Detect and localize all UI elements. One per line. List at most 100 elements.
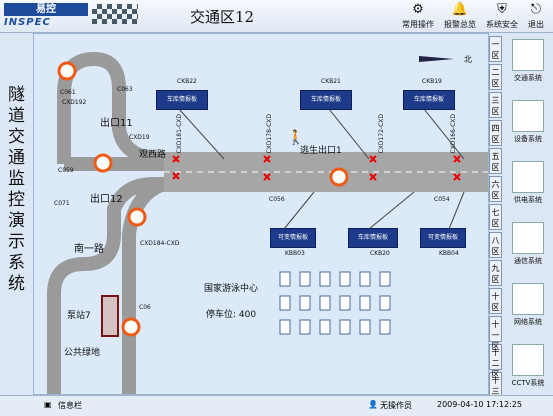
title-char: 演	[8, 211, 25, 231]
info-board-ckb22[interactable]: 车库情报板	[156, 90, 208, 110]
code-kbb04: KBB04	[439, 250, 459, 257]
pump-station-label: 泵站7	[67, 311, 91, 321]
network-system-button[interactable]: 网络系统	[505, 283, 551, 341]
zone-tabs: 一区 二区 三区 四区 五区 六区 七区 八区 九区 十区 十一区 十二区 十三…	[489, 36, 503, 407]
info-bar-label[interactable]: 信息栏	[58, 400, 82, 411]
camera-marker[interactable]	[329, 167, 349, 187]
equipment-system-button[interactable]: 设备系统	[505, 100, 551, 158]
parking-grid	[279, 271, 391, 335]
bell-icon: 🔔	[451, 2, 469, 17]
equipment-system-label: 设备系统	[514, 135, 542, 143]
satellite-dish-icon	[512, 222, 544, 254]
exit12-label: 出口12	[90, 194, 123, 205]
cctv-system-button[interactable]: CCTV系统	[505, 344, 551, 402]
logo-bottom-text: INSPEC	[4, 17, 51, 28]
traffic-system-label: 交通系统	[514, 74, 542, 82]
compass-label: 北	[464, 55, 472, 64]
tab-zone-9[interactable]: 九区	[489, 260, 502, 286]
common-operations-button[interactable]: ⚙ 常用操作	[398, 1, 438, 31]
code-ckb20: CKB20	[370, 250, 390, 257]
equipment-icon	[512, 100, 544, 132]
code-c054: C054	[434, 196, 450, 203]
swim-center-label: 国家游泳中心	[204, 284, 259, 294]
title-char: 系	[8, 253, 25, 273]
nanyi-road-label: 南一路	[74, 244, 104, 255]
title-char: 示	[8, 232, 25, 252]
communication-system-button[interactable]: 通信系统	[505, 222, 551, 280]
traffic-system-button[interactable]: 交通系统	[505, 39, 551, 97]
info-board-ckb19[interactable]: 车库情报板	[403, 90, 455, 110]
tab-zone-6[interactable]: 六区	[489, 176, 502, 202]
tab-zone-4[interactable]: 四区	[489, 120, 502, 146]
variable-board-kbb03[interactable]: 可变情报板	[270, 228, 316, 248]
pump-station-box	[101, 295, 119, 337]
info-icon: ▣	[44, 400, 52, 409]
datetime-label: 2009-04-10 17:12:25	[437, 400, 522, 409]
variable-board-kbb04[interactable]: 可变情报板	[420, 228, 466, 248]
camera-icon	[512, 344, 544, 376]
camera-marker[interactable]	[93, 153, 113, 173]
tab-zone-1[interactable]: 一区	[489, 36, 502, 62]
gear-icon: ⚙	[412, 2, 424, 17]
code-c059: C059	[58, 167, 74, 174]
tab-zone-3[interactable]: 三区	[489, 92, 502, 118]
title-bar: 易控 INSPEC 交通区12 ⚙ 常用操作 🔔 报警总览 ⛨ 系统安全 ⎋ 退…	[0, 0, 553, 33]
title-char: 统	[8, 274, 25, 294]
camera-marker[interactable]	[127, 207, 147, 227]
public-green-label: 公共绿地	[64, 348, 101, 358]
communication-system-label: 通信系统	[514, 257, 542, 265]
code-cxd166: CXD166-CXD	[450, 114, 457, 154]
exit-icon: ⎋	[530, 2, 542, 17]
tab-zone-11[interactable]: 十一区	[489, 316, 502, 351]
code-cxd19: CXD19	[129, 134, 150, 141]
code-cxd184: CXD184-CXD	[140, 240, 180, 247]
operator-icon: 👤	[368, 400, 378, 409]
system-security-label: 系统安全	[486, 20, 518, 29]
code-cxd172: CXD172-CXD	[378, 114, 385, 154]
checker-decoration	[92, 4, 138, 24]
camera-marker[interactable]	[121, 317, 141, 337]
logo-top-text: 易控	[4, 3, 88, 16]
code-c061: C061	[60, 89, 76, 96]
exit11-label: 出口11	[100, 118, 133, 129]
alarm-overview-label: 报警总览	[444, 20, 476, 29]
title-char: 隧	[8, 85, 25, 105]
tab-zone-5[interactable]: 五区	[489, 148, 502, 174]
code-ckb21: CKB21	[321, 78, 341, 85]
power-system-label: 供电系统	[514, 196, 542, 204]
guanxi-road-label: 观西路	[139, 150, 167, 160]
code-c056: C056	[269, 196, 285, 203]
network-system-label: 网络系统	[514, 318, 542, 326]
code-kbb03: KBB03	[285, 250, 305, 257]
code-c06: C06	[139, 304, 151, 311]
left-vertical-title: 隧 道 交 通 监 控 演 示 系 统	[0, 33, 33, 393]
exit-label: 退出	[528, 20, 544, 29]
page-title: 交通区12	[190, 8, 255, 26]
title-char: 控	[8, 190, 25, 210]
code-cxd181: CXD181-CXD	[176, 114, 183, 154]
tab-zone-10[interactable]: 十区	[489, 288, 502, 314]
alarm-overview-button[interactable]: 🔔 报警总览	[440, 1, 480, 31]
tab-zone-8[interactable]: 八区	[489, 232, 502, 258]
title-char: 道	[8, 106, 25, 126]
road-exit11-loop	[57, 51, 488, 166]
common-operations-label: 常用操作	[402, 20, 434, 29]
power-tower-icon	[512, 161, 544, 193]
power-system-button[interactable]: 供电系统	[505, 161, 551, 219]
exit-button[interactable]: ⎋ 退出	[516, 1, 553, 31]
system-buttons: 交通系统 设备系统 供电系统 通信系统 网络系统 CCTV系统	[505, 36, 553, 405]
tab-zone-12[interactable]: 十二区	[489, 344, 502, 379]
camera-marker[interactable]	[57, 61, 77, 81]
info-board-ckb20[interactable]: 车库情报板	[348, 228, 398, 248]
status-bar: ▣ 信息栏 👤 无操作员 2009-04-10 17:12:25	[0, 395, 553, 416]
operator-label: 无操作员	[380, 401, 412, 410]
app-logo: 易控 INSPEC	[4, 3, 88, 29]
escape-exit-label: 逃生出口1	[300, 146, 342, 156]
tab-zone-7[interactable]: 七区	[489, 204, 502, 230]
code-cxd192: CXD192	[62, 99, 87, 106]
traffic-map: 🚶 北 出口11 出口12 观西路 南一路 逃生出口1 泵站7 公共绿地 国家游…	[33, 33, 489, 395]
info-board-ckb21[interactable]: 车库情报板	[300, 90, 352, 110]
tab-zone-2[interactable]: 二区	[489, 64, 502, 90]
code-ckb19: CKB19	[422, 78, 442, 85]
code-c063: C063	[117, 86, 133, 93]
